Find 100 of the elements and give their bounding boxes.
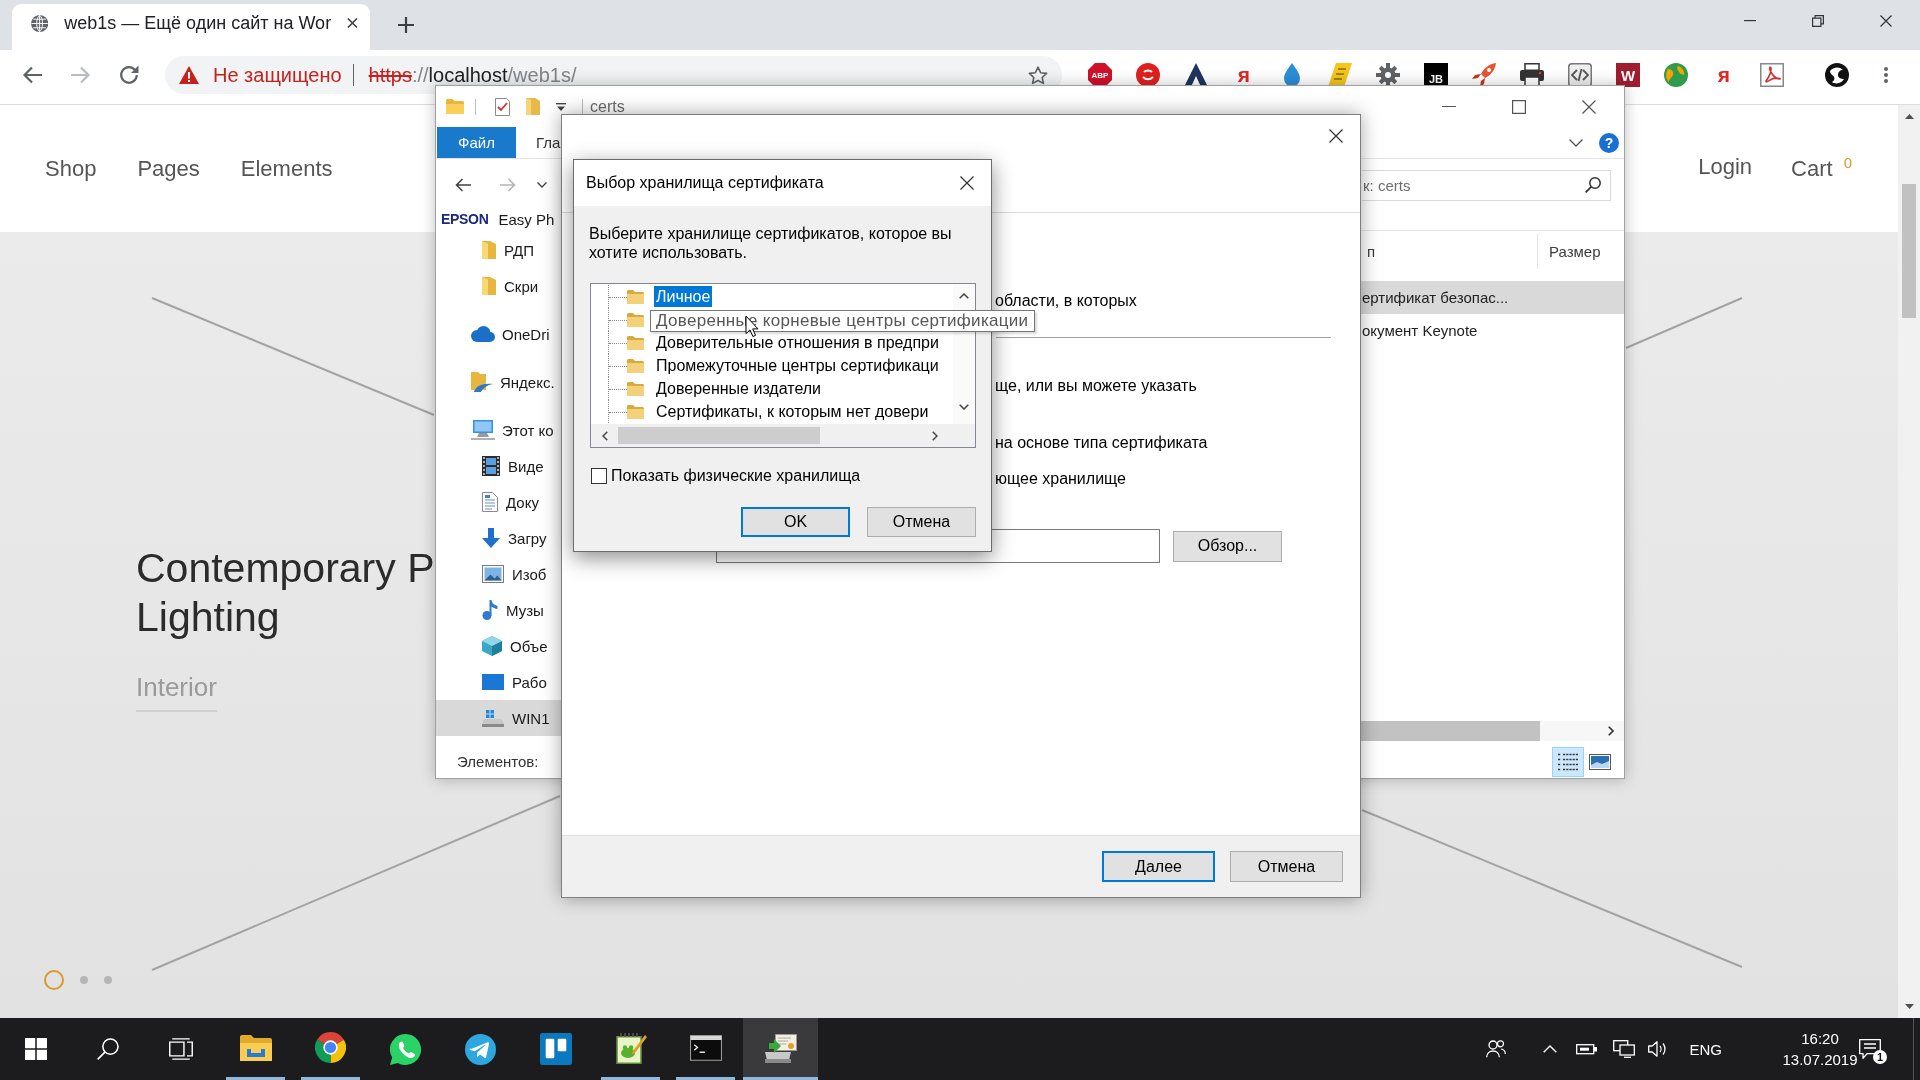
menu-icon[interactable] (1884, 67, 1888, 83)
reload-icon[interactable] (119, 65, 139, 85)
column-header[interactable]: Размер (1537, 234, 1624, 269)
scrollbar[interactable] (1361, 721, 1624, 741)
network-icon[interactable] (1613, 1040, 1636, 1058)
checklist-icon[interactable] (495, 97, 510, 116)
nav-item[interactable]: Доку (436, 484, 561, 520)
tree-item[interactable]: Доверенные издатели (654, 378, 824, 399)
clock[interactable]: 16:20 13.07.2019 (1781, 1028, 1859, 1070)
nav-link[interactable]: Shop (45, 155, 97, 182)
search-icon[interactable] (1585, 176, 1601, 193)
file-row[interactable]: окумент Keynote (1361, 314, 1624, 347)
nav-item[interactable]: РДП (436, 232, 561, 268)
maximize-icon[interactable] (1512, 99, 1526, 114)
column-header[interactable]: п (1361, 231, 1537, 272)
tree-item[interactable]: Доверительные отношения в предпри (654, 332, 941, 353)
scroll-down-icon[interactable] (959, 404, 969, 410)
scroll-thumb[interactable] (618, 427, 820, 444)
nav-item[interactable]: Объе (436, 628, 561, 664)
taskbar-button[interactable] (743, 1018, 818, 1080)
nav-link[interactable]: Pages (137, 155, 200, 182)
close-icon[interactable] (1329, 129, 1343, 143)
scroll-right-icon[interactable] (1608, 726, 1614, 736)
avatar-icon[interactable] (1825, 63, 1849, 87)
people-icon[interactable] (1486, 1040, 1507, 1058)
login-link[interactable]: Login (1698, 154, 1753, 183)
browser-tab[interactable]: web1s — Ещё один сайт на Wor (12, 4, 370, 50)
disc-icon[interactable] (1136, 63, 1160, 87)
scroll-up-icon[interactable] (1904, 114, 1914, 119)
chevron-up-icon[interactable] (1543, 1045, 1558, 1053)
security-label[interactable]: Не защищено (213, 63, 342, 87)
close-icon[interactable] (347, 17, 358, 29)
volume-icon[interactable] (1648, 1041, 1669, 1057)
extension-button[interactable]: я (1712, 63, 1736, 87)
nav-link[interactable]: Elements (240, 155, 333, 182)
scroll-right-icon[interactable] (932, 430, 938, 441)
caret-icon[interactable] (537, 182, 547, 188)
search-icon[interactable] (97, 1038, 119, 1060)
file-tab[interactable]: Файл (437, 127, 516, 158)
extension-button[interactable]: JB (1424, 63, 1448, 87)
battery-icon[interactable] (1576, 1042, 1599, 1056)
checkbox-label[interactable]: Показать физические хранилища (611, 467, 861, 485)
nav-item[interactable]: WIN1 (436, 700, 561, 736)
language-indicator[interactable]: ENG (1689, 1040, 1722, 1058)
browse-button[interactable]: Обзор... (1173, 530, 1282, 562)
search-field[interactable]: к: certs (1362, 169, 1611, 201)
checkbox[interactable] (591, 468, 607, 484)
extension-button[interactable]: я (1232, 63, 1256, 87)
dialog-button[interactable]: Отмена (1230, 851, 1343, 882)
nav-item[interactable]: Скри (436, 268, 561, 304)
ribbon-tab[interactable]: Гла (536, 134, 561, 151)
nav-item[interactable]: Загру (436, 520, 561, 556)
url-text[interactable]: https://localhost/web1s/ (368, 63, 577, 87)
nav-item[interactable]: Музы (436, 592, 561, 628)
plus-icon[interactable] (398, 17, 414, 33)
nav-item[interactable]: Этот ко (436, 412, 561, 448)
dot-icon[interactable] (104, 976, 112, 984)
caret-icon[interactable] (556, 102, 566, 111)
tree-item[interactable]: Сертификаты, к которым нет довери (654, 401, 931, 422)
scroll-left-icon[interactable] (602, 430, 608, 441)
nav-item[interactable]: Виде (436, 448, 561, 484)
scroll-thumb[interactable] (1902, 184, 1916, 318)
dot-icon[interactable] (80, 976, 88, 984)
view-button[interactable] (1552, 746, 1584, 777)
nav-item[interactable]: Рабо (436, 664, 561, 700)
scrollbar[interactable] (1898, 105, 1920, 1018)
printer-icon[interactable] (1520, 63, 1544, 87)
minimize-icon[interactable] (1744, 20, 1756, 22)
nav-item[interactable]: Изоб (436, 556, 561, 592)
dialog-button[interactable]: Далее (1102, 851, 1215, 882)
back-arrow-icon[interactable] (455, 178, 471, 192)
dialog-button[interactable]: Отмена (867, 507, 976, 537)
scroll-thumb[interactable] (1361, 721, 1540, 741)
close-icon[interactable] (960, 176, 974, 190)
tree-item[interactable]: Промежуточные центры сертификаци (654, 355, 941, 376)
scrollbar[interactable] (591, 424, 953, 447)
extension-button[interactable]: W (1616, 63, 1640, 87)
close-icon[interactable] (1582, 99, 1596, 114)
tree-item[interactable]: Личное (654, 286, 713, 307)
nav-item[interactable]: EPSON Easy Ph (436, 206, 561, 232)
nav-item[interactable]: OneDri (436, 316, 561, 352)
dialog-button[interactable]: OK (741, 507, 850, 537)
minimize-icon[interactable] (1442, 105, 1456, 108)
scroll-up-icon[interactable] (959, 293, 969, 299)
notification-icon[interactable] (1859, 1039, 1881, 1059)
document-icon[interactable] (1760, 63, 1784, 87)
help-button[interactable]: ? (1599, 132, 1619, 153)
globe-icon[interactable] (1664, 63, 1688, 87)
nav-item[interactable]: Яндекс. (436, 364, 561, 400)
cart-link[interactable]: Cart $^{0}$ (1791, 154, 1852, 183)
start-icon[interactable] (25, 1038, 47, 1060)
back-arrow-icon[interactable] (22, 66, 42, 84)
restore-icon[interactable] (1812, 15, 1824, 27)
close-icon[interactable] (1880, 15, 1892, 27)
file-row[interactable]: ертификат безопас... (1361, 281, 1624, 314)
task-view-icon[interactable] (169, 1038, 193, 1060)
bookmark-star-icon[interactable] (1028, 65, 1048, 85)
scroll-down-icon[interactable] (1904, 1004, 1914, 1009)
code-icon[interactable] (1568, 63, 1592, 87)
rocket-icon[interactable] (1472, 63, 1496, 87)
